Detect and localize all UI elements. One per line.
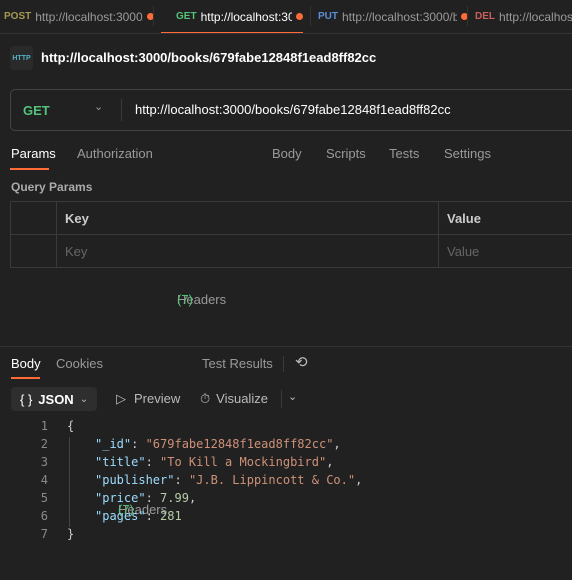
code-line: }	[67, 527, 75, 541]
tab-put[interactable]: PUThttp://localhost:3000/books/679fabe12…	[318, 0, 468, 33]
json-field: "pages": 281	[95, 509, 182, 523]
json-field: "publisher": "J.B. Lippincott & Co.",	[95, 473, 363, 487]
json-field: "title": "To Kill a Mockingbird",	[95, 455, 334, 469]
query-params-table: Key Value Key Value	[10, 201, 572, 268]
json-value: "679fabe12848f1ead8ff82cc"	[145, 437, 334, 451]
unsaved-dot	[296, 13, 303, 20]
chevron-down-icon[interactable]: ⌄	[94, 100, 103, 113]
table-header-row: Key Value	[10, 201, 572, 235]
indent-guide	[69, 437, 70, 527]
url-bar: GET ⌄ http://localhost:3000/books/679fab…	[10, 89, 572, 131]
active-tab-indicator	[10, 168, 49, 170]
json-value: 281	[160, 509, 182, 523]
tab-del[interactable]: DELhttp://localhost:3000/books/679fabe12…	[475, 0, 572, 33]
line-number: 6	[40, 509, 48, 523]
line-number: 4	[40, 473, 48, 487]
divider	[310, 6, 311, 26]
line-number: 5	[40, 491, 48, 505]
json-key: "publisher"	[95, 473, 175, 487]
key-input[interactable]: Key	[56, 234, 439, 268]
tab-cookies[interactable]: Cookies	[56, 356, 103, 371]
braces-icon: { }	[20, 391, 33, 407]
play-icon: ▷	[116, 391, 126, 406]
chevron-down-icon: ⌄	[79, 393, 89, 405]
json-key: "title"	[95, 455, 146, 469]
tab-authorization[interactable]: Authorization	[77, 146, 153, 161]
table-row: Key Value	[10, 234, 572, 268]
json-key: "price"	[95, 491, 146, 505]
line-number: 3	[40, 455, 48, 469]
preview-button[interactable]: ▷ Preview	[116, 391, 180, 407]
json-field: "price": 7.99,	[95, 491, 197, 505]
divider	[281, 390, 282, 408]
divider	[0, 346, 572, 347]
line-number: 7	[40, 527, 48, 541]
divider	[467, 6, 468, 26]
request-title[interactable]: http://localhost:3000/books/679fabe12848…	[41, 50, 376, 65]
tab-body[interactable]: Body	[272, 146, 302, 161]
request-tab-bar: POSThttp://localhost:3000/books GEThttp:…	[0, 0, 572, 34]
code-line: {	[67, 419, 75, 433]
json-field: "_id": "679fabe12848f1ead8ff82cc",	[95, 437, 341, 451]
tab-scripts[interactable]: Scripts	[326, 146, 366, 161]
line-number: 1	[40, 419, 48, 433]
tab-tests[interactable]: Tests	[389, 146, 419, 161]
tab-params[interactable]: Params	[11, 146, 56, 161]
tab-get[interactable]: GEThttp://localhost:3000/books/679fabe12…	[161, 0, 303, 33]
divider	[153, 6, 154, 26]
format-select[interactable]: { } JSON ⌄	[11, 387, 97, 411]
tab-post[interactable]: POSThttp://localhost:3000/books	[4, 0, 154, 33]
history-icon[interactable]: ⟲	[295, 353, 308, 371]
tab-settings[interactable]: Settings	[444, 146, 491, 161]
active-tab-indicator	[11, 377, 40, 379]
http-icon: HTTP	[10, 46, 33, 70]
method-select[interactable]: GET	[23, 103, 50, 118]
visualize-button[interactable]: ⏱ Visualize	[200, 391, 268, 407]
value-input[interactable]: Value	[438, 234, 572, 268]
visualize-icon: ⏱	[200, 391, 211, 406]
tab-test-results[interactable]: Test Results	[202, 356, 273, 371]
divider	[283, 356, 284, 372]
chevron-down-icon[interactable]: ⌄	[288, 390, 297, 403]
url-input[interactable]: http://localhost:3000/books/679fabe12848…	[135, 102, 451, 117]
json-key: "pages"	[95, 509, 146, 523]
json-value: "J.B. Lippincott & Co."	[188, 473, 356, 487]
tab-response-body[interactable]: Body	[11, 356, 41, 371]
json-value: "To Kill a Mockingbird"	[160, 455, 327, 469]
line-number: 2	[40, 437, 48, 451]
divider	[121, 99, 122, 121]
json-value: 7.99	[160, 491, 189, 505]
json-key: "_id"	[95, 437, 132, 451]
query-params-title: Query Params	[11, 180, 93, 194]
